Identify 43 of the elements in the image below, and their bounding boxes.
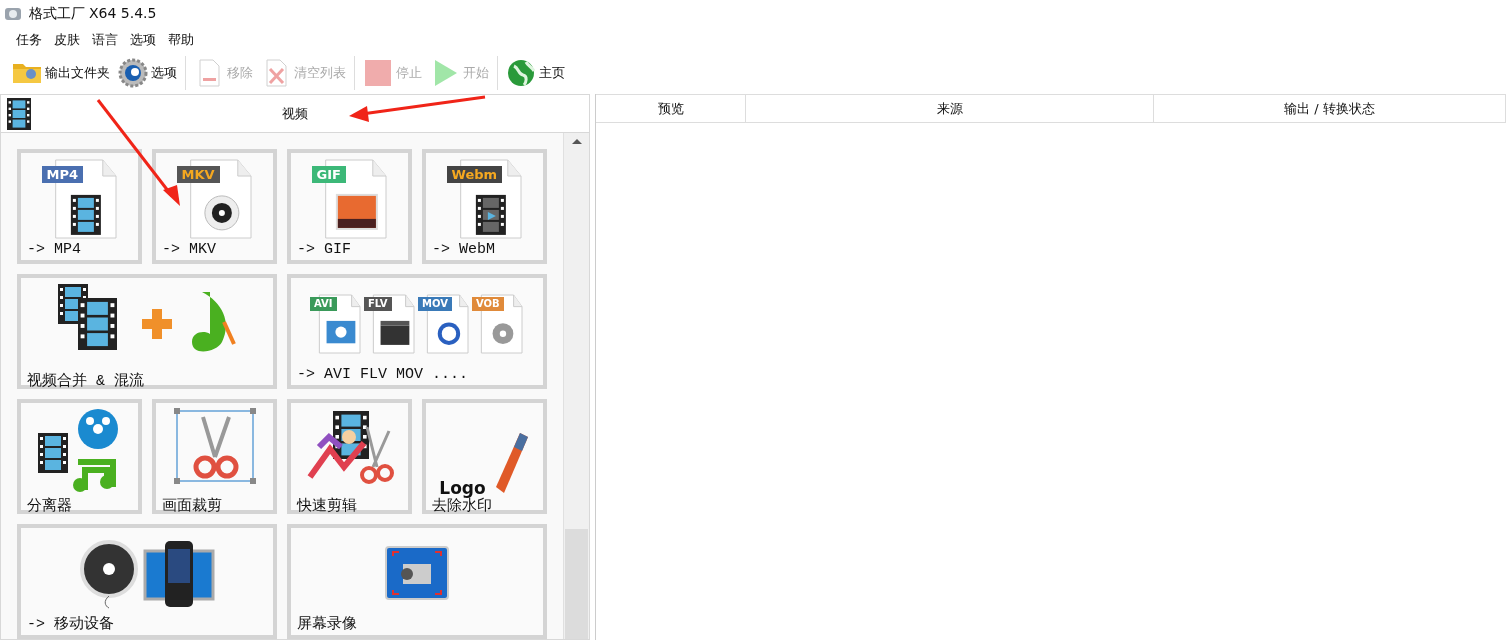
toolbar-button[interactable]: 输出文件夹 bbox=[8, 56, 114, 90]
app-icon bbox=[4, 5, 22, 22]
smartphone-icon bbox=[143, 538, 215, 609]
window-title: 格式工厂 X64 5.4.5 bbox=[28, 4, 157, 23]
menu-item[interactable]: 皮肤 bbox=[48, 28, 86, 52]
format-tile[interactable]: 视频合并 & 混流 bbox=[17, 274, 277, 389]
format-tile[interactable]: 画面裁剪 bbox=[152, 399, 277, 514]
format-label: AVI bbox=[310, 296, 337, 311]
format-label: FLV bbox=[364, 296, 392, 311]
format-tile[interactable]: 快速剪辑 bbox=[287, 399, 412, 514]
column-header[interactable]: 输出 / 转换状态 bbox=[1154, 95, 1506, 122]
format-tile[interactable]: GIF -> GIF bbox=[287, 149, 412, 264]
film-reel-icon bbox=[79, 538, 139, 609]
gear-icon bbox=[118, 58, 148, 88]
globe-icon bbox=[506, 58, 536, 88]
format-tile[interactable]: Logo 去除水印 bbox=[422, 399, 547, 514]
format-tile[interactable]: -> 移动设备 bbox=[17, 524, 277, 639]
format-tile[interactable]: Webm -> WebM bbox=[422, 149, 547, 264]
column-header[interactable]: 预览 bbox=[596, 95, 746, 122]
scrollbar[interactable] bbox=[563, 133, 589, 639]
format-tile[interactable]: AVI FLV MOV VOB -> AVI FLV MOV .... bbox=[287, 274, 547, 389]
format-label: VOB bbox=[472, 296, 504, 311]
toolbar-button[interactable]: 选项 bbox=[114, 56, 181, 90]
stop-icon bbox=[363, 58, 393, 88]
column-header[interactable]: 来源 bbox=[746, 95, 1154, 122]
format-label: GIF bbox=[311, 165, 346, 183]
menu-item[interactable]: 语言 bbox=[86, 28, 124, 52]
format-tile[interactable]: 屏幕录像 bbox=[287, 524, 547, 639]
format-label: Webm bbox=[446, 165, 503, 183]
format-label: MKV bbox=[176, 165, 220, 183]
format-tile[interactable]: 分离器 bbox=[17, 399, 142, 514]
format-label: MOV bbox=[418, 296, 452, 311]
panel-title: 视频 bbox=[282, 104, 308, 123]
menu-item[interactable]: 任务 bbox=[10, 28, 48, 52]
scrollbar-thumb[interactable] bbox=[565, 529, 588, 639]
menu-item[interactable]: 帮助 bbox=[162, 28, 200, 52]
format-label: MP4 bbox=[41, 165, 83, 183]
menu-item[interactable]: 选项 bbox=[124, 28, 162, 52]
camcorder-icon bbox=[385, 545, 449, 602]
logo-text: Logo bbox=[439, 479, 486, 497]
format-tile[interactable]: MKV -> MKV bbox=[152, 149, 277, 264]
toolbar-button[interactable]: 主页 bbox=[497, 56, 569, 90]
format-tile[interactable]: MP4 -> MP4 bbox=[17, 149, 142, 264]
